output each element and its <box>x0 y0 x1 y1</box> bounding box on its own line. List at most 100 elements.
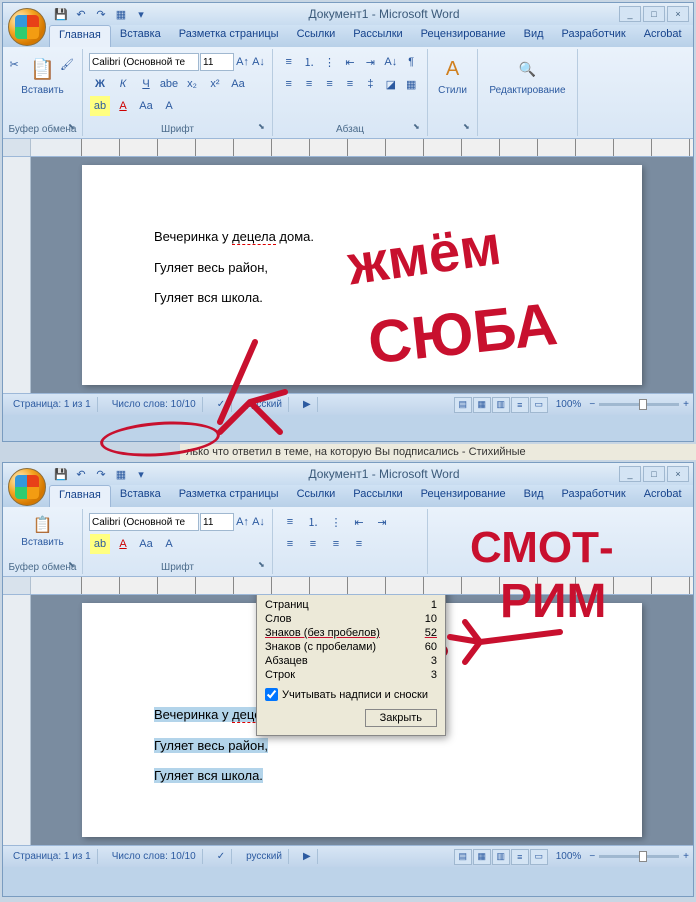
include-textboxes-checkbox[interactable] <box>265 688 278 701</box>
clipboard-launcher[interactable]: ⬊ <box>68 122 80 134</box>
vertical-ruler[interactable] <box>3 157 31 393</box>
bold-icon[interactable]: Ж <box>90 74 110 94</box>
line-spacing-icon[interactable]: ‡ <box>362 74 379 94</box>
fullscreen-icon[interactable]: ▦ <box>473 849 491 865</box>
minimize-button[interactable]: _ <box>619 466 641 482</box>
zoom-slider[interactable]: − + <box>589 399 689 410</box>
multilevel-icon[interactable]: ⋮ <box>321 52 338 72</box>
maximize-button[interactable]: □ <box>643 466 665 482</box>
web-layout-icon[interactable]: ▥ <box>492 849 510 865</box>
format-painter-icon[interactable]: 🖌 <box>57 54 77 74</box>
underline-icon[interactable]: Ч <box>136 74 156 94</box>
page-count-2[interactable]: Страница: 1 из 1 <box>7 849 98 864</box>
zoom-out-icon[interactable]: − <box>589 851 595 862</box>
maximize-button[interactable]: □ <box>643 6 665 22</box>
paste-button-2[interactable]: 📋 Вставить <box>9 511 76 550</box>
save-icon[interactable]: 💾 <box>53 6 69 22</box>
redo-icon[interactable]: ↷ <box>93 466 109 482</box>
align-left-icon[interactable]: ≡ <box>280 74 297 94</box>
font-color-icon[interactable]: A <box>113 534 133 554</box>
char-shading-icon[interactable]: A <box>159 534 179 554</box>
multilevel-icon[interactable]: ⋮ <box>326 512 346 532</box>
show-marks-icon[interactable]: ¶ <box>403 52 420 72</box>
justify-icon[interactable]: ≡ <box>349 534 369 554</box>
spellcheck-icon[interactable]: ✓ <box>211 397 232 412</box>
paragraph-launcher[interactable]: ⬊ <box>413 122 425 134</box>
macro-icon[interactable]: ▶ <box>297 397 318 412</box>
macro-icon-2[interactable]: ▶ <box>297 849 318 864</box>
tab-review[interactable]: Рецензирование <box>412 25 515 47</box>
editing-button[interactable]: 🔍 Редактирование <box>484 51 571 98</box>
align-right-icon[interactable]: ≡ <box>321 74 338 94</box>
undo-icon[interactable]: ↶ <box>73 466 89 482</box>
outline-icon[interactable]: ≡ <box>511 397 529 413</box>
word-count[interactable]: Число слов: 10/10 <box>106 397 203 412</box>
case-icon[interactable]: Aa <box>228 74 248 94</box>
close-button[interactable]: × <box>667 466 689 482</box>
qat-icon[interactable]: ▦ <box>113 6 129 22</box>
clear-format-icon[interactable]: Aa <box>136 534 156 554</box>
tab-acrobat[interactable]: Acrobat <box>635 485 691 507</box>
office-button[interactable] <box>8 8 46 46</box>
font-name-select-2[interactable] <box>89 513 199 531</box>
numbering-icon[interactable]: ⒈ <box>303 512 323 532</box>
qat-icon[interactable]: ▦ <box>113 466 129 482</box>
zoom-slider-2[interactable]: − + <box>589 851 689 862</box>
styles-launcher[interactable]: ⬊ <box>463 122 475 134</box>
horizontal-ruler-2[interactable] <box>3 577 693 595</box>
document-page[interactable]: Вечеринка у децела дома. Гуляет весь рай… <box>82 165 642 385</box>
horizontal-ruler[interactable] <box>3 139 693 157</box>
tab-developer[interactable]: Разработчик <box>553 485 635 507</box>
indent-left-icon[interactable]: ⇤ <box>349 512 369 532</box>
font-launcher-2[interactable]: ⬊ <box>258 560 270 572</box>
draft-icon[interactable]: ▭ <box>530 849 548 865</box>
save-icon[interactable]: 💾 <box>53 466 69 482</box>
vertical-ruler-2[interactable] <box>3 595 31 845</box>
tab-review[interactable]: Рецензирование <box>412 485 515 507</box>
qat-more-icon[interactable]: ▾ <box>133 6 149 22</box>
tab-home[interactable]: Главная <box>49 485 111 507</box>
align-center-icon[interactable]: ≡ <box>300 74 317 94</box>
tab-references[interactable]: Ссылки <box>288 485 345 507</box>
draft-icon[interactable]: ▭ <box>530 397 548 413</box>
align-left-icon[interactable]: ≡ <box>280 534 300 554</box>
web-layout-icon[interactable]: ▥ <box>492 397 510 413</box>
align-center-icon[interactable]: ≡ <box>303 534 323 554</box>
numbering-icon[interactable]: ⒈ <box>300 52 317 72</box>
zoom-value[interactable]: 100% <box>556 399 582 410</box>
font-size-select[interactable] <box>200 53 234 71</box>
align-right-icon[interactable]: ≡ <box>326 534 346 554</box>
page-count[interactable]: Страница: 1 из 1 <box>7 397 98 412</box>
fullscreen-icon[interactable]: ▦ <box>473 397 491 413</box>
grow-font-icon[interactable]: A↑ <box>236 512 249 532</box>
indent-right-icon[interactable]: ⇥ <box>362 52 379 72</box>
word-count-2[interactable]: Число слов: 10/10 <box>106 849 203 864</box>
tab-view[interactable]: Вид <box>515 485 553 507</box>
bullets-icon[interactable]: ≡ <box>280 52 297 72</box>
print-layout-icon[interactable]: ▤ <box>454 397 472 413</box>
italic-icon[interactable]: К <box>113 74 133 94</box>
sort-icon[interactable]: A↓ <box>382 52 399 72</box>
outline-icon[interactable]: ≡ <box>511 849 529 865</box>
close-button[interactable]: × <box>667 6 689 22</box>
zoom-in-icon[interactable]: + <box>683 851 689 862</box>
qat-more-icon[interactable]: ▾ <box>133 466 149 482</box>
tab-insert[interactable]: Вставка <box>111 25 170 47</box>
clipboard-launcher-2[interactable]: ⬊ <box>68 560 80 572</box>
tab-acrobat[interactable]: Acrobat <box>635 25 691 47</box>
zoom-out-icon[interactable]: − <box>589 399 595 410</box>
print-layout-icon[interactable]: ▤ <box>454 849 472 865</box>
zoom-in-icon[interactable]: + <box>683 399 689 410</box>
subscript-icon[interactable]: x₂ <box>182 74 202 94</box>
bullets-icon[interactable]: ≡ <box>280 512 300 532</box>
undo-icon[interactable]: ↶ <box>73 6 89 22</box>
highlight-icon[interactable]: ab <box>90 534 110 554</box>
shading-icon[interactable]: ◪ <box>382 74 399 94</box>
spellcheck-icon-2[interactable]: ✓ <box>211 849 232 864</box>
indent-right-icon[interactable]: ⇥ <box>372 512 392 532</box>
tab-references[interactable]: Ссылки <box>288 25 345 47</box>
tab-mailings[interactable]: Рассылки <box>344 485 411 507</box>
highlight-icon[interactable]: ab <box>90 96 110 116</box>
clear-format-icon[interactable]: Aa <box>136 96 156 116</box>
strike-icon[interactable]: abe <box>159 74 179 94</box>
